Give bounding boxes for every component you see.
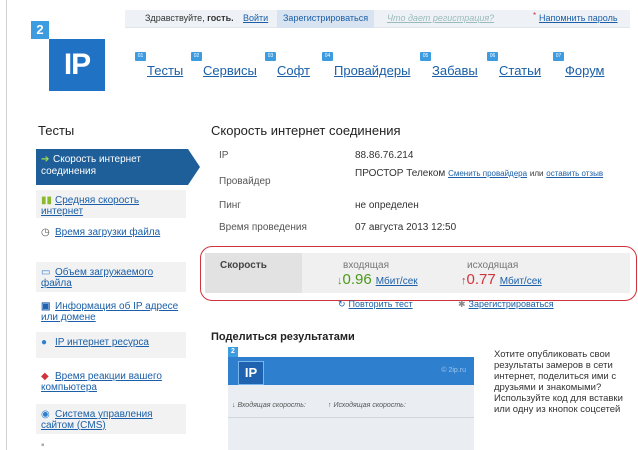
preview-site: © 2ip.ru [441, 367, 466, 374]
share-section-title: Поделиться результатами [211, 331, 355, 343]
sidebar-item-label: IP интернет ресурса [55, 337, 149, 348]
sidebar-item-download-time[interactable]: ◷ Время загрузки файла [36, 222, 186, 248]
preview-incoming-label: ↓ Входящая скорость: [232, 402, 306, 409]
nav-label: Тесты [147, 63, 184, 78]
sidebar-item-ip-info[interactable]: ▣ Информация об IP адресе или домене [36, 296, 186, 326]
ping-value: не определен [355, 200, 419, 211]
incoming-value: 0.96 [342, 271, 372, 288]
why-register-link[interactable]: Что дает регистрация? [387, 13, 494, 23]
incoming-unit-link[interactable]: Мбит/сек [376, 276, 418, 287]
register-link[interactable]: Зарегистрироваться [469, 299, 554, 309]
change-provider-link[interactable]: Сменить провайдера [448, 169, 527, 178]
nav-label: Софт [277, 63, 310, 78]
software-icon: 03 [265, 52, 276, 61]
forum-icon: 07 [553, 52, 564, 61]
preview-badge: 2 [228, 347, 238, 357]
provider-label: Провайдер [219, 176, 271, 187]
nav-label: Забавы [432, 63, 478, 78]
share-description: Хотите опубликовать свои результаты заме… [494, 349, 623, 415]
preview-outgoing-label: ↑ Исходящая скорость: [328, 402, 406, 409]
site-logo[interactable]: 2 IP [31, 21, 105, 91]
leave-review-link[interactable]: оставить отзыв [546, 169, 603, 178]
required-star-icon: * [533, 11, 537, 20]
logo-text: IP [49, 39, 105, 91]
speed-highlight-oval [200, 246, 637, 301]
sidebar-item-cms[interactable]: ◉ Система управления сайтом (CMS) [36, 404, 186, 434]
top-user-bar: Здравствуйте, гость. Войти Зарегистриров… [125, 10, 630, 28]
sidebar-item-label: Средняя скорость интернет [41, 195, 140, 217]
articles-icon: 06 [487, 52, 498, 61]
outgoing-speed: ↑0.77 Мбит/сек [461, 271, 542, 288]
sidebar-item-partial: ▪ [36, 440, 186, 450]
sidebar-item-label: Скорость интернет соединения [41, 154, 141, 177]
share-widget-preview: 2 IP © 2ip.ru ↓ Входящая скорость: ↑ Исх… [228, 347, 474, 450]
remind-password-link[interactable]: Напомнить пароль [539, 13, 618, 23]
services-icon: 02 [191, 52, 202, 61]
test-time-label: Время проведения [219, 222, 307, 233]
nav-label: Сервисы [203, 63, 257, 78]
preview-divider [228, 417, 474, 418]
ping-label: Пинг [219, 200, 241, 211]
sidebar-item-label: Информация об IP адресе или домене [41, 301, 179, 323]
outgoing-label: исходящая [467, 260, 519, 271]
sidebar-title: Тесты [38, 123, 75, 138]
nav-label: Провайдеры [334, 63, 411, 78]
register-button[interactable]: Зарегистрироваться [277, 10, 375, 28]
or-text: или [529, 169, 544, 178]
preview-header [228, 357, 474, 385]
sidebar-item-label: Время загрузки файла [55, 227, 161, 238]
ip-value: 88.86.76.214 [355, 150, 414, 161]
greeting: Здравствуйте, гость. [145, 13, 234, 23]
sidebar-item-reaction-time[interactable]: ◆ Время реакции вашего компьютера [36, 366, 186, 396]
page-title: Скорость интернет соединения [211, 123, 401, 138]
outgoing-value: 0.77 [466, 271, 496, 288]
incoming-label: входящая [343, 260, 389, 271]
page-edge-line [6, 0, 7, 450]
ip-label: IP [219, 150, 229, 161]
fun-icon: 05 [420, 52, 431, 61]
logo-badge: 2 [31, 21, 49, 39]
register-action[interactable]: ✱ Зарегистрироваться [458, 299, 554, 310]
sidebar-item-average-speed[interactable]: ▮▮ Средняя скорость интернет [36, 190, 186, 218]
outgoing-unit-link[interactable]: Мбит/сек [500, 276, 542, 287]
sidebar-item-label: Время реакции вашего компьютера [41, 371, 162, 393]
sidebar-item-file-size[interactable]: ▭ Объем загружаемого файла [36, 262, 186, 292]
repeat-test-action[interactable]: ↻ Повторить тест [338, 299, 413, 310]
tests-icon: 01 [135, 52, 146, 61]
partial-icon: ▪ [41, 440, 45, 450]
refresh-icon: ↻ [338, 299, 346, 309]
provider-value: ПРОСТОР Телеком [355, 168, 446, 179]
greeting-prefix: Здравствуйте, [145, 13, 205, 23]
repeat-test-link[interactable]: Повторить тест [349, 299, 413, 309]
nav-label: Форум [565, 63, 605, 78]
sidebar-item-connection-speed[interactable]: ➔ Скорость интернет соединения [36, 149, 200, 185]
test-time-value: 07 августа 2013 12:50 [355, 222, 457, 233]
speed-label: Скорость [220, 260, 267, 271]
nav-label: Статьи [499, 63, 542, 78]
provider-value-group: ПРОСТОР Телеком Сменить провайдера или о… [355, 168, 605, 180]
login-link[interactable]: Войти [243, 13, 268, 23]
sidebar-item-label: Система управления сайтом (CMS) [41, 409, 153, 431]
greeting-user: гость. [207, 13, 234, 23]
user-icon: ✱ [458, 299, 466, 309]
sidebar-item-label: Объем загружаемого файла [41, 267, 154, 289]
preview-logo: IP [238, 361, 264, 385]
incoming-speed: ↓0.96 Мбит/сек [337, 271, 418, 288]
providers-icon: 04 [322, 52, 333, 61]
sidebar-item-resource-ip[interactable]: ● IP интернет ресурса [36, 332, 186, 358]
